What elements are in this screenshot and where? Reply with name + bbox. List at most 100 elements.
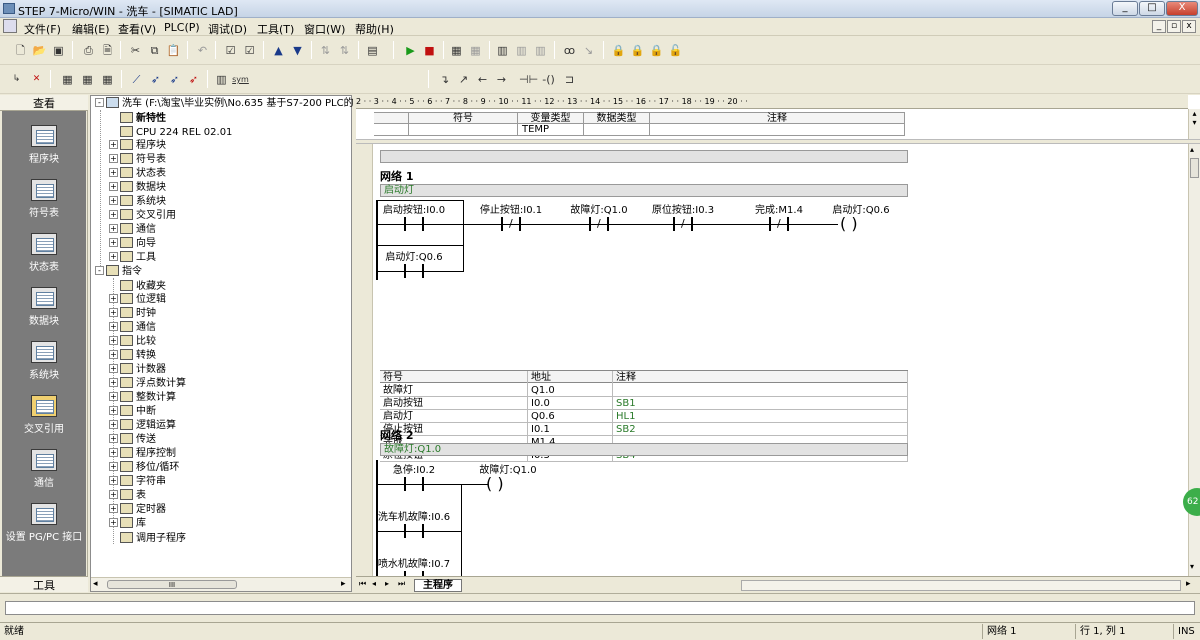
expand-toggle[interactable]: + <box>109 252 118 261</box>
undo-icon[interactable]: ↶ <box>194 42 211 59</box>
menu-tools[interactable]: 工具(T) <box>257 21 294 37</box>
insert-network-icon[interactable]: ↳ <box>8 71 25 88</box>
symbol-table-icon[interactable]: ▥ <box>213 71 230 88</box>
network-icon[interactable]: ⟋ <box>128 71 145 88</box>
open-folder-icon[interactable]: 📂 <box>31 42 48 59</box>
left-line-icon[interactable]: ← <box>474 71 491 88</box>
output-coil[interactable]: ( ) <box>486 476 504 492</box>
tree-item[interactable]: 新特性 <box>109 111 166 125</box>
mdi-minimize-button[interactable]: _ <box>1152 20 1166 33</box>
expand-toggle[interactable]: + <box>109 378 118 387</box>
contact-label[interactable]: 故障灯:Q1.0 <box>559 201 639 216</box>
read-forced-icon[interactable]: 🔒 <box>648 42 665 59</box>
program-comment[interactable] <box>380 150 908 163</box>
next-bookmark-icon[interactable]: ➶ <box>166 71 183 88</box>
tree-scroll-thumb[interactable]: III <box>107 580 237 589</box>
scroll-down-icon[interactable]: ▾ <box>1190 562 1194 571</box>
tree-item[interactable]: + 表 <box>109 489 146 503</box>
scroll-up-icon[interactable]: ▴ <box>1190 145 1194 154</box>
first-tab-icon[interactable]: ⏮ <box>359 579 366 589</box>
box-icon[interactable]: ⊐ <box>561 71 578 88</box>
tree-item[interactable]: + 交叉引用 <box>109 209 176 223</box>
expand-toggle[interactable]: + <box>109 406 118 415</box>
expand-toggle[interactable]: + <box>109 364 118 373</box>
tree-item[interactable]: + 符号表 <box>109 153 166 167</box>
expand-toggle[interactable]: + <box>109 518 118 527</box>
expand-toggle[interactable]: + <box>109 350 118 359</box>
unforce-icon[interactable]: ↘ <box>580 42 597 59</box>
maximize-button[interactable]: □ <box>1139 1 1165 16</box>
close-button[interactable]: X <box>1166 1 1198 16</box>
tree-item[interactable]: + 位逻辑 <box>109 293 166 307</box>
output-coil[interactable]: ( ) <box>840 216 858 232</box>
scroll-right-icon[interactable]: ▸ <box>1186 579 1191 589</box>
view-communication[interactable]: 通信 <box>2 449 86 489</box>
compile-icon[interactable]: ☑ <box>222 42 239 59</box>
tree-item[interactable]: + 字符串 <box>109 475 166 489</box>
options-icon[interactable]: ▤ <box>364 42 381 59</box>
expand-toggle[interactable]: + <box>109 434 118 443</box>
paste-icon[interactable]: 📋 <box>165 42 182 59</box>
expand-toggle[interactable]: + <box>109 336 118 345</box>
last-tab-icon[interactable]: ⏭ <box>398 579 405 589</box>
tree-item[interactable]: - 指令 <box>95 265 142 279</box>
editor-scroll-thumb[interactable] <box>1190 158 1199 178</box>
stl-view-icon[interactable]: ▦ <box>99 71 116 88</box>
contact-label[interactable]: 原位按钮:I0.3 <box>643 201 723 216</box>
mdi-restore-button[interactable]: ▫ <box>1167 20 1181 33</box>
contact-label[interactable]: 停止按钮:I0.1 <box>471 201 551 216</box>
tree-item[interactable]: + 系统块 <box>109 195 166 209</box>
view-data-block[interactable]: 数据块 <box>2 287 86 327</box>
upload-icon[interactable]: ▲ <box>270 42 287 59</box>
tree-item[interactable]: + 向导 <box>109 237 156 251</box>
right-line-icon[interactable]: → <box>493 71 510 88</box>
expand-toggle[interactable]: + <box>109 238 118 247</box>
tools-bar[interactable]: 工具 <box>0 576 88 592</box>
unlock-icon[interactable]: 🔒 <box>629 42 646 59</box>
pause-status-icon[interactable]: ▦ <box>467 42 484 59</box>
cut-icon[interactable]: ✂ <box>127 42 144 59</box>
expand-toggle[interactable]: + <box>109 308 118 317</box>
tree-item[interactable]: + 数据块 <box>109 181 166 195</box>
menu-view[interactable]: 查看(V) <box>118 21 156 37</box>
fbd-view-icon[interactable]: ▦ <box>79 71 96 88</box>
tree-item[interactable]: + 逻辑运算 <box>109 419 176 433</box>
coil-label[interactable]: 启动灯:Q0.6 <box>816 201 906 216</box>
tree-item[interactable]: + 程序控制 <box>109 447 176 461</box>
expand-toggle[interactable]: - <box>95 266 104 275</box>
expand-toggle[interactable]: + <box>109 224 118 233</box>
network-1-comment[interactable]: 启动灯 <box>380 184 908 197</box>
expand-toggle[interactable]: + <box>109 420 118 429</box>
contact-icon[interactable]: ⊣⊢ <box>519 71 538 88</box>
menu-edit[interactable]: 编辑(E) <box>72 21 110 37</box>
view-system-block[interactable]: 系统块 <box>2 341 86 381</box>
coil-label[interactable]: 故障灯:Q1.0 <box>468 461 548 476</box>
new-file-icon[interactable]: 🗋 <box>12 42 29 59</box>
tree-item[interactable]: 收藏夹 <box>109 279 166 293</box>
tree-item[interactable]: + 库 <box>109 517 146 531</box>
scroll-right-icon[interactable]: ▸ <box>341 579 346 589</box>
tree-item[interactable]: + 比较 <box>109 335 156 349</box>
sort-descending-icon[interactable]: ⇅ <box>336 42 353 59</box>
tree-item[interactable]: + 转换 <box>109 349 156 363</box>
expand-toggle[interactable]: + <box>109 196 118 205</box>
sort-ascending-icon[interactable]: ⇅ <box>317 42 334 59</box>
chart-status-icon[interactable]: ▥ <box>494 42 511 59</box>
var-table-scrollbar[interactable]: ▴ ▾ <box>1188 109 1200 139</box>
tree-item[interactable]: + 工具 <box>109 251 156 265</box>
expand-toggle[interactable]: + <box>109 392 118 401</box>
tree-item[interactable]: + 通信 <box>109 223 156 237</box>
print-preview-icon[interactable]: 🗎 <box>99 42 116 59</box>
expand-toggle[interactable]: + <box>109 504 118 513</box>
compile-all-icon[interactable]: ☑ <box>241 42 258 59</box>
view-program-block[interactable]: 程序块 <box>2 125 86 165</box>
tree-item[interactable]: + 时钟 <box>109 307 156 321</box>
menu-window[interactable]: 窗口(W) <box>304 21 345 37</box>
program-status-icon[interactable]: ▦ <box>448 42 465 59</box>
scroll-left-icon[interactable]: ◂ <box>93 579 98 589</box>
expand-toggle[interactable]: + <box>109 462 118 471</box>
tree-item[interactable]: + 移位/循环 <box>109 461 179 475</box>
expand-toggle[interactable]: + <box>109 210 118 219</box>
force-icon[interactable]: ꝏ <box>561 42 578 59</box>
tree-item[interactable]: 调用子程序 <box>109 531 186 545</box>
